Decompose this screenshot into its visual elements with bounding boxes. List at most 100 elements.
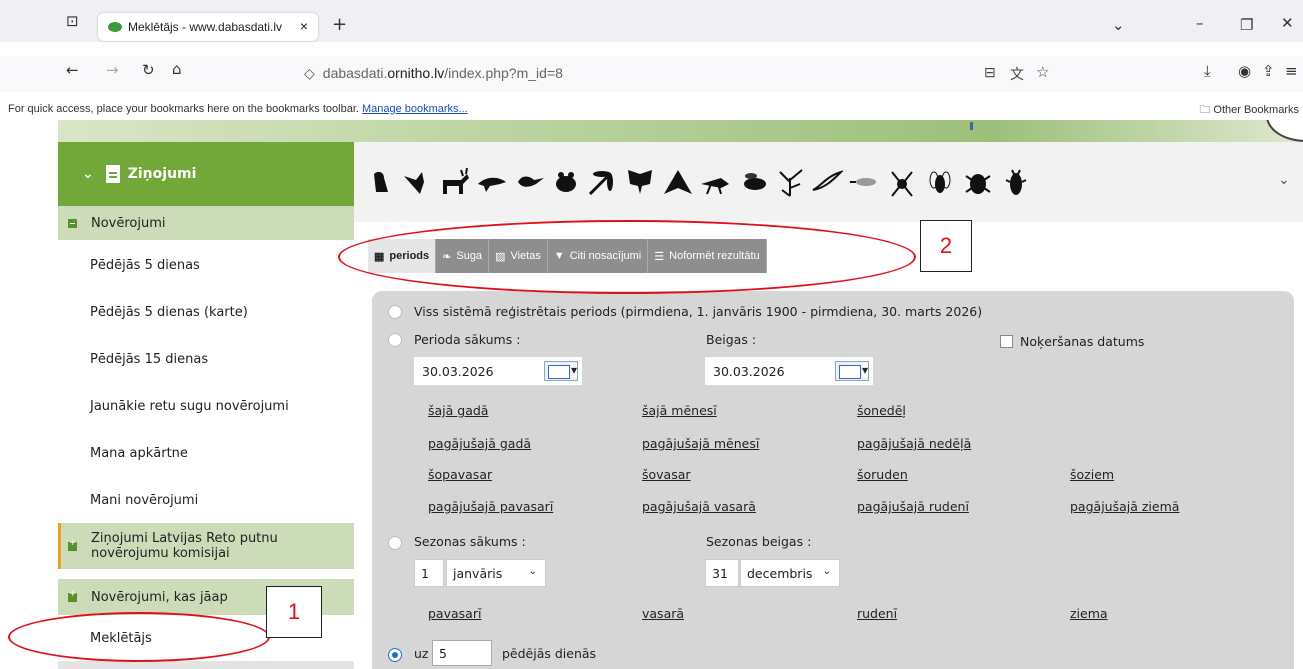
dragonfly-icon[interactable]	[586, 166, 618, 198]
chevron-down-icon: ⌄	[528, 566, 537, 577]
fungus-spore-icon[interactable]	[848, 166, 880, 198]
period-end-date-input[interactable]: 30.03.2026	[705, 357, 873, 385]
sidebar-item-my-observations[interactable]: Mani novērojumi	[58, 477, 354, 524]
link-this-week[interactable]: šonedēļ	[857, 403, 906, 418]
plant-icon[interactable]	[774, 166, 806, 198]
period-start-date-input[interactable]: 30.03.2026	[414, 357, 582, 385]
link-winter[interactable]: ziema	[1070, 606, 1108, 621]
window-close-icon[interactable]: ✕	[1281, 14, 1294, 32]
share-icon[interactable]: ⇪	[1262, 62, 1275, 80]
link-last-spring[interactable]: pagājušajā pavasarī	[428, 499, 553, 514]
other-bookmarks-button[interactable]: 🗀 Other Bookmarks	[1199, 101, 1299, 120]
forward-icon[interactable]: →	[106, 61, 119, 79]
link-last-month[interactable]: pagājušajā mēnesī	[642, 436, 759, 451]
deer-icon[interactable]	[439, 166, 471, 198]
sidebar-item-last-5-days-map[interactable]: Pēdējās 5 dienas (karte)	[58, 289, 354, 336]
season-end-month-select[interactable]: decembris ⌄	[740, 559, 840, 587]
url-domain: ornitho.lv	[387, 65, 445, 81]
more-taxa-chevron-icon[interactable]: ⌄	[1278, 172, 1290, 188]
cockroach-icon[interactable]	[1000, 166, 1032, 198]
link-summer[interactable]: vasarā	[642, 606, 684, 621]
translate-icon[interactable]: 文	[1010, 64, 1024, 84]
annotation-marker-2: 2	[920, 220, 972, 272]
bookmark-star-icon[interactable]: ☆	[1036, 63, 1049, 81]
sidebar-bottom-strip	[58, 661, 354, 669]
link-this-year[interactable]: šajā gadā	[428, 403, 488, 418]
banner-decoration	[970, 122, 973, 130]
beetle-icon[interactable]	[962, 166, 994, 198]
butterfly-icon[interactable]	[624, 166, 656, 198]
tab-close-icon[interactable]: ×	[300, 18, 308, 34]
season-start-day-input[interactable]: 1	[414, 559, 444, 587]
sidebar-header-reports[interactable]: ⌄ Ziņojumi	[58, 142, 354, 206]
restore-icon[interactable]: ❐	[1240, 16, 1253, 34]
manage-bookmarks-link[interactable]: Manage bookmarks...	[362, 103, 468, 115]
link-autumn[interactable]: rudenī	[857, 606, 897, 621]
tab-list-icon[interactable]: ⊡	[66, 12, 79, 30]
sidebar-header-label: Ziņojumi	[127, 166, 197, 182]
link-last-year[interactable]: pagājušajā gadā	[428, 436, 531, 451]
sidebar-item-my-area[interactable]: Mana apkārtne	[58, 430, 354, 477]
calendar-picker-icon[interactable]	[835, 361, 869, 381]
sidebar-item-label: Mani novērojumi	[90, 493, 199, 508]
link-this-spring[interactable]: šopavasar	[428, 467, 492, 482]
account-icon[interactable]: ◉	[1238, 62, 1251, 80]
link-last-week[interactable]: pagājušajā nedēļā	[857, 436, 971, 451]
url-prefix: dabasdati.	[322, 65, 388, 81]
bee-icon[interactable]	[737, 166, 769, 198]
grasshopper-icon[interactable]	[699, 166, 731, 198]
link-this-autumn[interactable]: šoruden	[857, 467, 908, 482]
sidebar-item-last-5-days[interactable]: Pēdējās 5 dienas	[58, 242, 354, 289]
catch-date-checkbox[interactable]	[1000, 335, 1013, 348]
fly-icon[interactable]	[924, 166, 956, 198]
sidebar-item-label: Pēdējās 5 dienas	[90, 258, 200, 273]
minimize-icon[interactable]: –	[1196, 14, 1204, 32]
calendar-picker-icon[interactable]	[544, 361, 578, 381]
link-this-month[interactable]: šajā mēnesī	[642, 403, 717, 418]
document-icon	[105, 165, 120, 183]
tab-overflow-icon[interactable]: ⌄	[1112, 16, 1125, 34]
period-range-radio[interactable]	[388, 333, 402, 347]
sidebar-group-rare-birds-commission[interactable]: Ziņojumi Latvijas Reto putnunovērojumu k…	[58, 523, 354, 569]
sidebar-item-rare-species[interactable]: Jaunākie retu sugu novērojumi	[58, 383, 354, 430]
season-end-label: Sezonas beigas :	[706, 534, 812, 549]
site-logo[interactable]	[1266, 120, 1303, 142]
browser-tab[interactable]: Meklētājs - www.dabasdati.lv ×	[98, 13, 318, 41]
lichen-icon[interactable]	[811, 166, 843, 198]
all-period-label: Viss sistēmā reģistrētais periods (pirmd…	[414, 304, 983, 319]
last-days-input[interactable]: 5	[432, 640, 492, 666]
sidebar-group-observations[interactable]: Novērojumi	[58, 206, 354, 240]
menu-icon[interactable]: ≡	[1285, 62, 1298, 80]
link-this-summer[interactable]: šovasar	[642, 467, 691, 482]
last-days-radio[interactable]	[388, 648, 402, 662]
new-tab-button[interactable]: +	[332, 14, 347, 35]
spider-icon[interactable]	[886, 166, 918, 198]
downloads-icon[interactable]: ⤓	[1204, 62, 1211, 80]
sidebar-group-label: Novērojumi	[91, 215, 166, 231]
moth-icon[interactable]	[662, 166, 694, 198]
back-icon[interactable]: ←	[66, 61, 79, 79]
link-spring[interactable]: pavasarī	[428, 606, 481, 621]
reload-icon[interactable]: ↻	[142, 61, 155, 79]
link-last-autumn[interactable]: pagājušajā rudenī	[857, 499, 969, 514]
mammal-bat-icon[interactable]	[402, 166, 434, 198]
sidebar-item-last-15-days[interactable]: Pēdējās 15 dienas	[58, 336, 354, 383]
frog-icon[interactable]	[550, 166, 582, 198]
input-value: 5	[439, 645, 447, 661]
bird-icon[interactable]	[364, 166, 396, 198]
season-start-month-select[interactable]: janvāris ⌄	[446, 559, 546, 587]
season-radio[interactable]	[388, 536, 402, 550]
lizard-icon[interactable]	[514, 166, 546, 198]
link-this-winter[interactable]: šoziem	[1070, 467, 1114, 482]
reader-view-icon[interactable]: ⊟	[984, 64, 996, 81]
bookmarks-bar: For quick access, place your bookmarks h…	[0, 98, 1303, 120]
catch-date-label: Noķeršanas datums	[1020, 334, 1145, 349]
link-last-winter[interactable]: pagājušajā ziemā	[1070, 499, 1179, 514]
main-content: ⌄ ▦ periods ❧ Suga ▨ Vietas ▼ Citi nosacījum…	[354, 142, 1303, 669]
home-icon[interactable]: ⌂	[172, 60, 182, 78]
season-end-day-input[interactable]: 31	[705, 559, 739, 587]
link-last-summer[interactable]: pagājušajā vasarā	[642, 499, 756, 514]
dolphin-icon[interactable]	[476, 166, 508, 198]
url-bar[interactable]: ◇ dabasdati. ornitho.lv/index.php?m_id=8 …	[298, 56, 1064, 90]
all-period-radio[interactable]	[388, 305, 402, 319]
